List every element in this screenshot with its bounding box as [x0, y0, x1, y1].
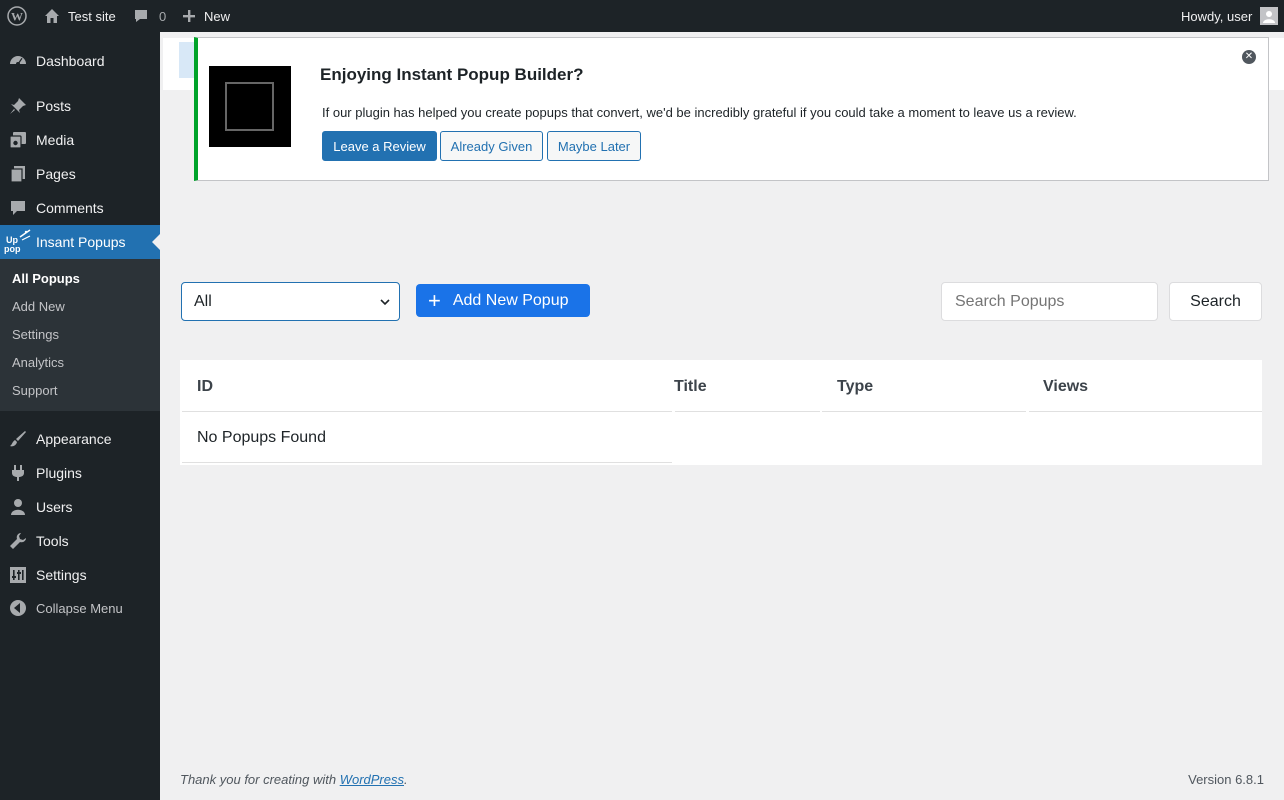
my-account-link[interactable]: Howdy, user	[1181, 0, 1279, 32]
popups-table: ID Title Type Views No Popups Found	[180, 360, 1262, 465]
menu-label: Appearance	[36, 431, 112, 447]
submenu-add-new[interactable]: Add New	[12, 299, 65, 314]
header-divider	[822, 411, 1026, 412]
maybe-later-button[interactable]: Maybe Later	[547, 131, 641, 161]
collapse-menu-button[interactable]: Collapse Menu	[0, 591, 160, 625]
dashboard-icon	[0, 52, 36, 70]
header-divider	[182, 411, 672, 412]
plus-icon: +	[428, 287, 441, 313]
svg-text:W: W	[11, 10, 23, 24]
media-icon	[0, 131, 36, 149]
user-icon	[0, 498, 36, 516]
submenu: All Popups Add New Settings Analytics Su…	[0, 259, 160, 411]
footer-thanks-text: Thank you for creating with	[180, 772, 340, 787]
column-header-title[interactable]: Title	[674, 378, 707, 396]
comments-count: 0	[159, 8, 167, 24]
popup-filter-select[interactable]: All	[181, 282, 400, 321]
menu-item-posts[interactable]: Posts	[0, 89, 160, 123]
menu-label: Media	[36, 132, 75, 148]
column-header-views[interactable]: Views	[1043, 378, 1088, 396]
header-divider	[675, 411, 820, 412]
svg-text:pop: pop	[4, 244, 21, 254]
menu-item-settings[interactable]: Settings	[0, 558, 160, 592]
empty-table-message: No Popups Found	[197, 429, 326, 446]
admin-bar: W Test site 0 New Howdy, user	[0, 0, 1284, 32]
submenu-all-popups[interactable]: All Popups	[12, 271, 80, 286]
menu-label: Comments	[36, 200, 104, 216]
row-divider	[182, 462, 672, 463]
wordpress-link[interactable]: WordPress	[340, 772, 404, 787]
site-name-link[interactable]: Test site	[44, 0, 116, 32]
already-given-button[interactable]: Already Given	[440, 131, 543, 161]
menu-item-plugins[interactable]: Plugins	[0, 456, 160, 490]
home-icon	[44, 8, 60, 24]
pin-icon	[0, 97, 36, 115]
admin-sidebar: Dashboard Posts Media Pages Comments Up p…	[0, 32, 160, 800]
footer-period: .	[404, 772, 408, 787]
search-placeholder: Search Popups	[955, 292, 1065, 310]
menu-item-dashboard[interactable]: Dashboard	[0, 44, 160, 78]
filter-value: All	[194, 292, 212, 310]
menu-label: Settings	[36, 567, 87, 583]
review-notice: Enjoying Instant Popup Builder? If our p…	[194, 37, 1269, 181]
footer-thanks: Thank you for creating with WordPress.	[180, 772, 408, 787]
comment-bubble-icon	[133, 8, 149, 24]
settings-icon	[0, 566, 36, 584]
header-divider	[1029, 411, 1262, 412]
menu-label: Plugins	[36, 465, 82, 481]
add-new-popup-button[interactable]: + Add New Popup	[416, 284, 590, 317]
column-header-type[interactable]: Type	[837, 378, 873, 396]
new-label: New	[204, 8, 231, 24]
howdy-text: Howdy, user	[1181, 8, 1253, 24]
pages-icon	[0, 165, 36, 183]
menu-item-tools[interactable]: Tools	[0, 524, 160, 558]
popup-plugin-icon: Up pop	[0, 229, 36, 255]
menu-label: Tools	[36, 533, 69, 549]
close-icon[interactable]: ✕	[1242, 50, 1256, 64]
notice-title: Enjoying Instant Popup Builder?	[320, 65, 584, 84]
collapse-icon	[0, 599, 36, 617]
new-content-link[interactable]: New	[182, 0, 230, 32]
plug-icon	[0, 464, 36, 482]
site-name: Test site	[68, 8, 116, 24]
comments-link[interactable]: 0	[133, 0, 166, 32]
menu-label: Posts	[36, 98, 72, 114]
wrench-icon	[0, 532, 36, 550]
current-menu-arrow	[152, 234, 160, 250]
comments-icon	[0, 199, 36, 217]
chevron-down-icon	[379, 295, 391, 313]
leave-review-button[interactable]: Leave a Review	[322, 131, 437, 161]
notice-text: If our plugin has helped you create popu…	[322, 105, 1077, 120]
menu-item-insant-popups[interactable]: Up pop Insant Popups	[0, 225, 160, 259]
menu-label: Users	[36, 499, 73, 515]
plus-icon	[182, 9, 196, 23]
add-new-popup-label: Add New Popup	[452, 291, 569, 309]
menu-label: Pages	[36, 166, 76, 182]
avatar	[1260, 7, 1279, 25]
search-popups-input[interactable]: Search Popups	[941, 282, 1158, 321]
submenu-settings[interactable]: Settings	[12, 327, 59, 342]
main-content: Enjoying Instant Popup Builder? If our p…	[160, 32, 1284, 800]
menu-item-media[interactable]: Media	[0, 123, 160, 157]
plugin-logo	[209, 66, 291, 147]
menu-item-pages[interactable]: Pages	[0, 157, 160, 191]
menu-label: Collapse Menu	[36, 600, 123, 616]
column-header-id[interactable]: ID	[197, 378, 213, 396]
submenu-analytics[interactable]: Analytics	[12, 355, 64, 370]
menu-item-appearance[interactable]: Appearance	[0, 422, 160, 456]
submenu-support[interactable]: Support	[12, 383, 58, 398]
footer-version: Version 6.8.1	[1188, 772, 1264, 787]
menu-label: Insant Popups	[36, 234, 126, 250]
wordpress-logo-icon[interactable]: W	[7, 0, 27, 32]
menu-item-users[interactable]: Users	[0, 490, 160, 524]
brush-icon	[0, 430, 36, 448]
menu-label: Dashboard	[36, 53, 105, 69]
menu-item-comments[interactable]: Comments	[0, 191, 160, 225]
search-button[interactable]: Search	[1169, 282, 1262, 321]
